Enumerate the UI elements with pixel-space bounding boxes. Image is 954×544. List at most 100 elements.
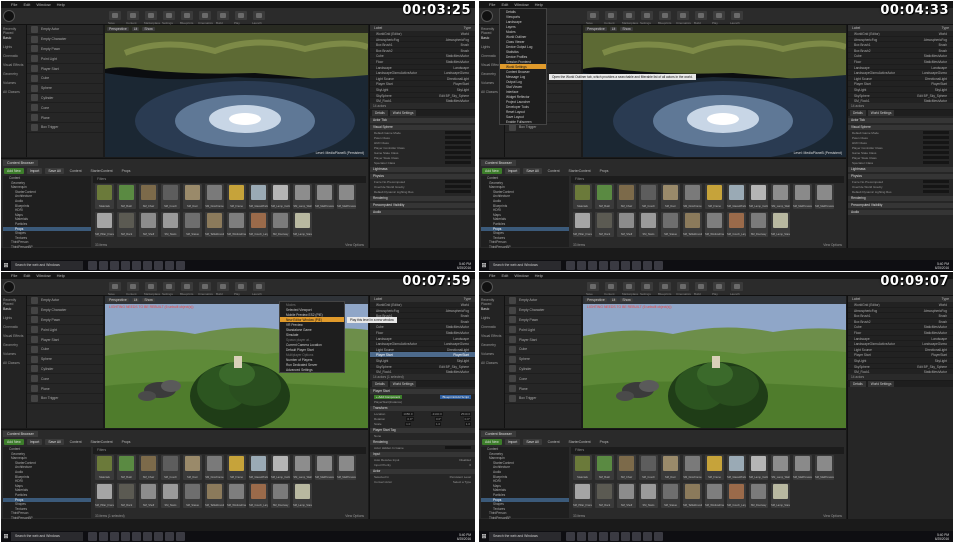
toolbar-marketplace-button[interactable] [623,11,635,20]
details-row-field[interactable] [923,155,949,160]
asset-tile[interactable]: SM_MatPreviewMesh_02 [337,184,356,209]
asset-tile[interactable]: SM_Lamp_Wall [293,455,312,480]
details-row-field[interactable] [445,145,471,150]
save-all-button[interactable]: Save All [523,168,542,174]
modes-category[interactable]: All Classes [479,359,504,368]
taskbar-app-icon[interactable] [132,261,141,270]
place-item[interactable]: Empty Actor [27,25,103,35]
details-section[interactable]: Precomputed Visibility [370,203,475,208]
asset-tile[interactable]: SM_Couch [639,455,658,480]
view-options-button[interactable]: View Options [823,514,842,518]
auto-receive-value[interactable]: Disabled [459,458,471,462]
asset-tile[interactable]: SM_Lamp_Stand [771,483,790,508]
menu-item-help[interactable]: Help [57,273,65,278]
modes-category[interactable]: Geometry [1,341,26,350]
asset-tile[interactable]: SM_Lamp_Ceiling [749,455,768,480]
menu-item-window[interactable]: Window [514,2,528,7]
toolbar-content-button[interactable] [605,282,617,291]
modes-category[interactable]: Recently Placed [479,296,504,306]
asset-tile[interactable]: SM_WindowFrame [227,212,246,237]
windows-start-icon[interactable]: ⊞ [1,531,11,542]
import-button[interactable]: Import [504,439,521,445]
toolbar-launch-button[interactable] [253,11,265,20]
place-item[interactable]: Empty Pawn [505,316,581,326]
asset-tile[interactable]: SM_TableRound [205,212,224,237]
menu-item-window[interactable]: Window [36,2,50,7]
asset-tile[interactable]: SM_Doorway [271,483,290,508]
asset-tile[interactable]: SM_MatPreviewMesh_01 [315,455,334,480]
asset-tile[interactable]: SM_Lamp_Wall [293,184,312,209]
asset-tile[interactable]: SM_Rock [595,483,614,508]
taskbar-app-icon[interactable] [599,532,608,541]
details-row-field[interactable] [923,130,949,135]
toolbar-marketplace-button[interactable] [623,282,635,291]
taskbar-app-icon[interactable] [632,261,641,270]
asset-tile[interactable]: SM_Shelf [139,212,158,237]
asset-tile[interactable]: SM_WindowFrame [227,483,246,508]
asset-tile[interactable]: SM_WindowFrame [705,212,724,237]
details-row-field[interactable] [445,130,471,135]
asset-tile[interactable]: SM_TableRound [683,483,702,508]
place-item[interactable]: Empty Character [27,35,103,45]
place-item[interactable]: Cylinder [27,94,103,104]
taskbar-app-icon[interactable] [566,261,575,270]
blueprint-add-script-button[interactable]: Blueprint/Add Script [440,394,471,399]
taskbar-app-icon[interactable] [143,532,152,541]
modes-category[interactable]: Cinematic [479,323,504,332]
content-browser-tab[interactable]: Content Browser [3,431,38,437]
taskbar-app-icon[interactable] [88,532,97,541]
taskbar-app-icon[interactable] [132,532,141,541]
modes-category[interactable]: Lights [479,314,504,323]
taskbar-app-icon[interactable] [165,261,174,270]
place-item[interactable]: Cylinder [27,365,103,375]
place-item[interactable]: Empty Actor [27,296,103,306]
modes-category[interactable]: Volumes [1,350,26,359]
toolbar-play-button[interactable] [235,282,247,291]
asset-tile[interactable]: SM_Lamp_Ceiling [271,455,290,480]
taskbar-search-box[interactable]: Search the web and Windows [489,532,561,541]
taskbar-app-icon[interactable] [121,532,130,541]
asset-tile[interactable]: SM_Shelf [617,483,636,508]
save-all-button[interactable]: Save All [45,439,64,445]
taskbar-app-icon[interactable] [588,532,597,541]
place-item[interactable]: Player Start [27,335,103,345]
asset-tile[interactable]: SM_TableRound [205,483,224,508]
details-tab[interactable]: World Settings [867,381,895,387]
asset-tile[interactable]: SM_Couch_Large [249,212,268,237]
level-viewport[interactable]: Perspective Lit Show Level: MediaPlaneB (Pe… [105,25,368,157]
taskbar-app-icon[interactable] [165,532,174,541]
viewport-perspective-button[interactable]: Perspective [107,298,129,302]
taskbar-app-icon[interactable] [154,261,163,270]
transform-value-field[interactable]: 1.0 [464,421,471,426]
add-new-button[interactable]: Add New [4,439,24,445]
modes-category[interactable]: Basic [1,305,26,314]
menu-item-file[interactable]: File [489,2,495,7]
viewport-lit-button[interactable]: Lit [609,298,618,302]
import-button[interactable]: Import [26,168,43,174]
toolbar-settings-button[interactable] [641,282,653,291]
details-row-field[interactable] [923,145,949,150]
place-item[interactable]: Sphere [27,84,103,94]
modes-category[interactable]: Cinematic [1,323,26,332]
place-item[interactable]: Empty Actor [505,296,581,306]
toolbar-save-button[interactable] [109,282,121,291]
menu-item-edit[interactable]: Edit [23,273,30,278]
viewport-perspective-button[interactable]: Perspective [585,27,607,31]
asset-tile[interactable]: SM_Frame [705,455,724,480]
breadcrumb-item[interactable]: Content [545,439,563,445]
asset-tile[interactable]: SM_MatPreviewMesh_02 [337,455,356,480]
taskbar-search-box[interactable]: Search the web and Windows [11,261,83,270]
asset-tile[interactable]: SM_Frame [227,184,246,209]
modes-category[interactable]: Cinematic [1,52,26,61]
convert-actor-value[interactable]: Select a Type [453,480,471,484]
toolbar-launch-button[interactable] [253,282,265,291]
level-viewport[interactable]: Perspective Lit Show LIGHTING NEEDS TO BE R… [583,296,846,428]
toolbar-save-button[interactable] [587,11,599,20]
place-item[interactable]: Sphere [27,355,103,365]
modes-category[interactable]: Recently Placed [1,296,26,306]
asset-tile[interactable]: SM_DoorFrame [683,455,702,480]
asset-tile[interactable]: SM_Pillar_Frame [95,212,114,237]
toolbar-blueprints-button[interactable] [181,282,193,291]
asset-tile[interactable]: SM_Statue [661,483,680,508]
asset-tile[interactable]: SM_Couch_Large [727,212,746,237]
